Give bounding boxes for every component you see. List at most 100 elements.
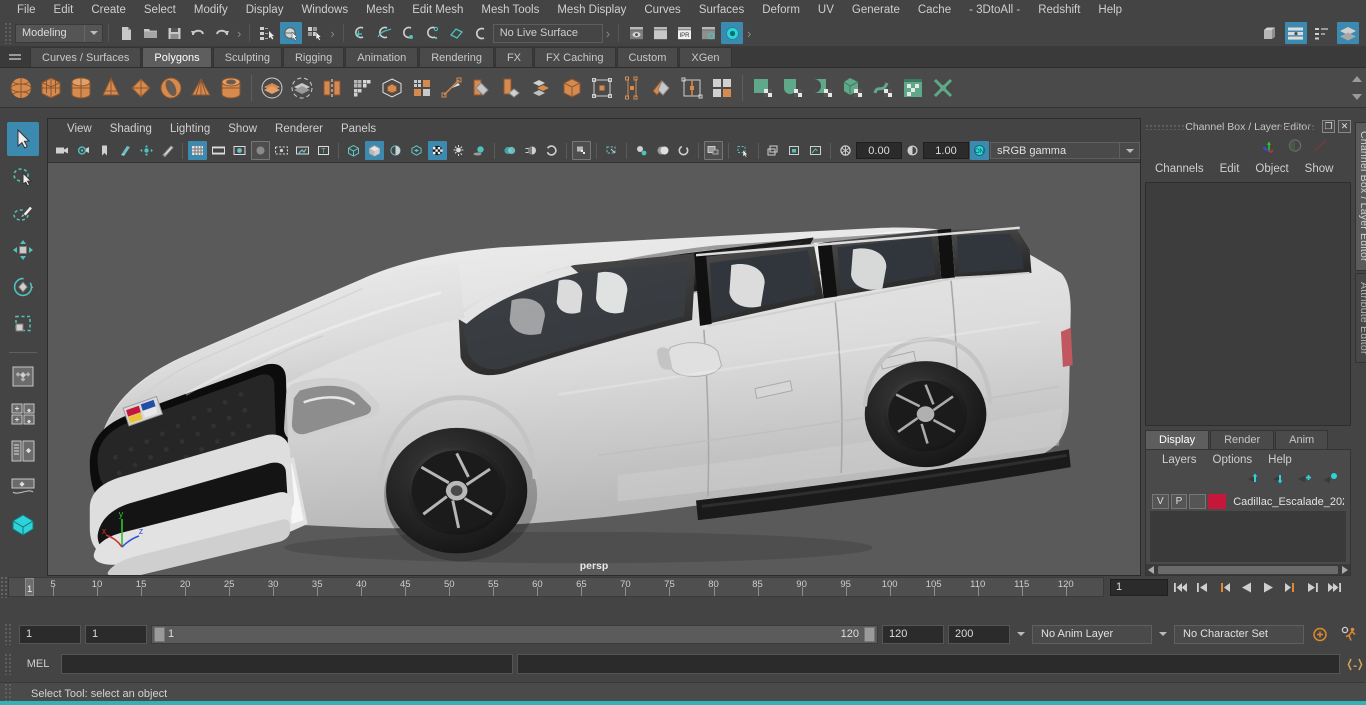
uv-editor-icon[interactable] [748,71,778,105]
step-forward-keyframe-icon[interactable] [1302,578,1322,597]
shelf-tab-xgen[interactable]: XGen [679,47,732,67]
grease-pencil-icon[interactable] [158,141,177,160]
command-language-label[interactable]: MEL [19,658,57,670]
panel-grip-left[interactable] [1145,124,1185,130]
exposure-field[interactable]: 0.00 [856,142,902,159]
time-slider-grip[interactable] [0,576,8,598]
shelf-tab-rigging[interactable]: Rigging [282,47,345,67]
uv-spherical-icon[interactable] [808,71,838,105]
new-layer-from-selected-icon[interactable] [1322,472,1338,488]
color-space-field[interactable]: sRGB gamma [990,142,1120,159]
select-by-component-icon[interactable] [304,22,326,44]
channel-menu-edit[interactable]: Edit [1212,163,1248,175]
combine-icon[interactable] [317,71,347,105]
append-polygon-icon[interactable] [587,71,617,105]
select-tool[interactable] [7,122,39,156]
paint-select-tool[interactable] [7,196,39,230]
viewport-3d[interactable]: y x z persp [48,163,1140,575]
hypershade-layout[interactable] [7,508,39,542]
outliner-persp-layout[interactable] [7,434,39,468]
toggle-editor-icon[interactable] [1259,22,1281,44]
channel-menu-object[interactable]: Object [1247,163,1296,175]
offset-edge-loop-icon[interactable] [707,71,737,105]
uv-snapshot-icon[interactable] [928,71,958,105]
layer-menu-help[interactable]: Help [1260,454,1300,466]
menu-item-help[interactable]: Help [1089,0,1131,20]
menu-item-curves[interactable]: Curves [635,0,689,20]
isolate-select-icon[interactable] [572,141,591,160]
layer-name[interactable]: Cadillac_Escalade_2021 [1233,496,1344,508]
lasso-select-tool[interactable] [7,159,39,193]
step-forward-frame-icon[interactable] [1280,578,1300,597]
merge-icon[interactable] [527,71,557,105]
poly-torus-icon[interactable] [156,71,186,105]
multisample-icon[interactable] [542,141,561,160]
marquee-select-icon[interactable] [734,141,753,160]
character-set-dropdown-icon[interactable] [1156,625,1170,644]
step-back-keyframe-icon[interactable] [1192,578,1212,597]
quad-draw-icon[interactable] [647,71,677,105]
move-tool[interactable] [7,233,39,267]
layer-shading-toggle[interactable] [1189,494,1206,509]
new-scene-icon[interactable] [115,22,137,44]
range-end-handle[interactable] [864,626,875,642]
menu-item-surfaces[interactable]: Surfaces [690,0,753,20]
scroll-right-icon[interactable] [1342,565,1348,574]
render-current-frame-icon[interactable] [625,22,647,44]
select-by-hierarchy-icon[interactable] [256,22,278,44]
layer-color-swatch[interactable] [1207,494,1227,509]
scroll-up-icon[interactable] [1352,76,1362,82]
snap-to-projected-center-icon[interactable] [422,22,444,44]
film-origin-icon[interactable] [272,141,291,160]
playback-end-time-field[interactable]: 120 [882,624,944,644]
menu-item-select[interactable]: Select [135,0,185,20]
range-grip[interactable] [4,623,12,645]
gamma-field[interactable]: 1.00 [923,142,969,159]
shelf-menu-icon[interactable] [4,47,26,67]
range-slider[interactable]: 1 120 [151,624,878,644]
select-by-object-icon[interactable] [280,22,303,44]
menu-item-create[interactable]: Create [82,0,135,20]
layer-menu-layers[interactable]: Layers [1154,454,1205,466]
new-layer-icon[interactable] [1297,472,1313,488]
make-live-icon[interactable] [470,22,492,44]
layer-list-scrollbar[interactable] [1146,564,1350,575]
viewport-menu-lighting[interactable]: Lighting [161,119,219,139]
script-editor-icon[interactable] [1344,654,1366,674]
anim-end-time-field[interactable]: 200 [948,624,1010,644]
layer-tab-render[interactable]: Render [1210,430,1275,449]
poly-sphere-icon[interactable] [6,71,36,105]
poly-cube-icon[interactable] [36,71,66,105]
undo-icon[interactable] [187,22,209,44]
use-lights-icon[interactable] [449,141,468,160]
extract-icon[interactable] [407,71,437,105]
exposure-icon[interactable] [836,141,855,160]
extrude-icon[interactable] [497,71,527,105]
time-slider-track[interactable]: 1 5 10 15 20 25 30 35 40 45 50 55 60 65 70 75 80 85 90 95 1… [8,577,1104,597]
layer-playback-toggle[interactable]: P [1170,494,1188,509]
xray-active-icon[interactable] [653,141,672,160]
toolbar-collapse-icon-2[interactable]: › [330,26,334,41]
current-time-field[interactable]: 1 [1110,578,1168,596]
uv-automatic-icon[interactable] [838,71,868,105]
close-window-icon[interactable]: ✕ [1338,120,1351,133]
text-overlay-icon[interactable]: T [314,141,333,160]
shelf-tab-animation[interactable]: Animation [345,47,419,67]
smooth-shade-icon[interactable] [365,141,384,160]
toolbar-collapse-icon-3[interactable]: › [606,26,610,41]
chevron-down-icon[interactable] [84,24,102,42]
live-surface-field[interactable]: No Live Surface [492,23,603,43]
menu-item-mesh-tools[interactable]: Mesh Tools [472,0,548,20]
tool-settings-icon[interactable] [1311,22,1333,44]
shelf-tab-rendering[interactable]: Rendering [419,47,494,67]
color-space-dropdown-icon[interactable] [1120,142,1140,159]
layout-uv-icon[interactable] [898,71,928,105]
smooth-icon[interactable] [377,71,407,105]
poly-cylinder-icon[interactable] [66,71,96,105]
vtab-channel-box[interactable]: Channel Box / Layer Editor [1355,122,1366,271]
layer-row[interactable]: V P Cadillac_Escalade_2021 [1150,492,1346,511]
shelf-tab-fx-caching[interactable]: FX Caching [534,47,616,67]
layer-tab-display[interactable]: Display [1145,430,1210,449]
shelf-tab-fx[interactable]: FX [494,47,534,67]
gamma-icon[interactable] [903,141,922,160]
